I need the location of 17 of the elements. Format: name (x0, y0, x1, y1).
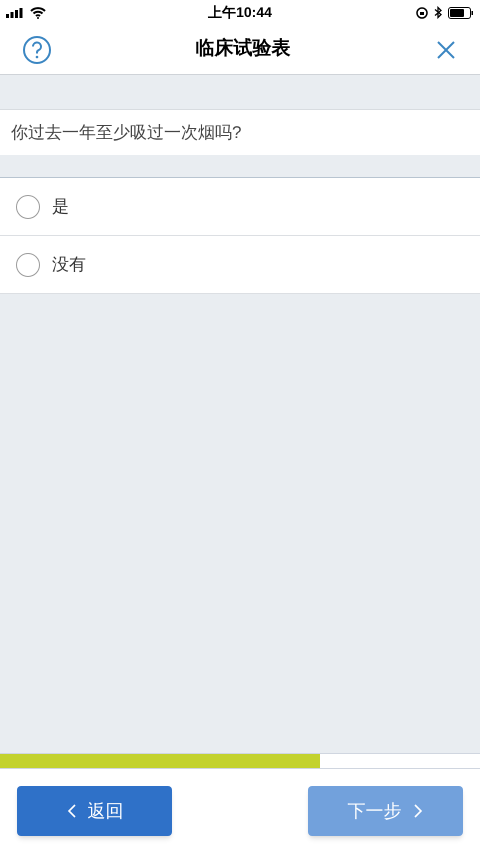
radio-button[interactable] (16, 194, 40, 218)
chevron-right-icon (412, 803, 424, 819)
help-button[interactable] (22, 34, 52, 64)
chevron-left-icon (66, 803, 78, 819)
radio-button[interactable] (16, 252, 40, 276)
page-title: 临床试验表 (196, 36, 290, 62)
status-time: 上午10:44 (208, 3, 272, 22)
question-text: 你过去一年至少吸过一次烟吗? (11, 122, 242, 144)
rotation-lock-icon (416, 6, 428, 18)
option-label: 没有 (52, 254, 86, 276)
signal-icon (6, 8, 24, 18)
help-icon (22, 34, 52, 64)
option-label: 是 (52, 196, 69, 218)
bluetooth-icon (434, 6, 442, 19)
battery-icon (448, 6, 474, 18)
wifi-icon (30, 6, 46, 18)
back-button[interactable]: 返回 (17, 786, 172, 836)
